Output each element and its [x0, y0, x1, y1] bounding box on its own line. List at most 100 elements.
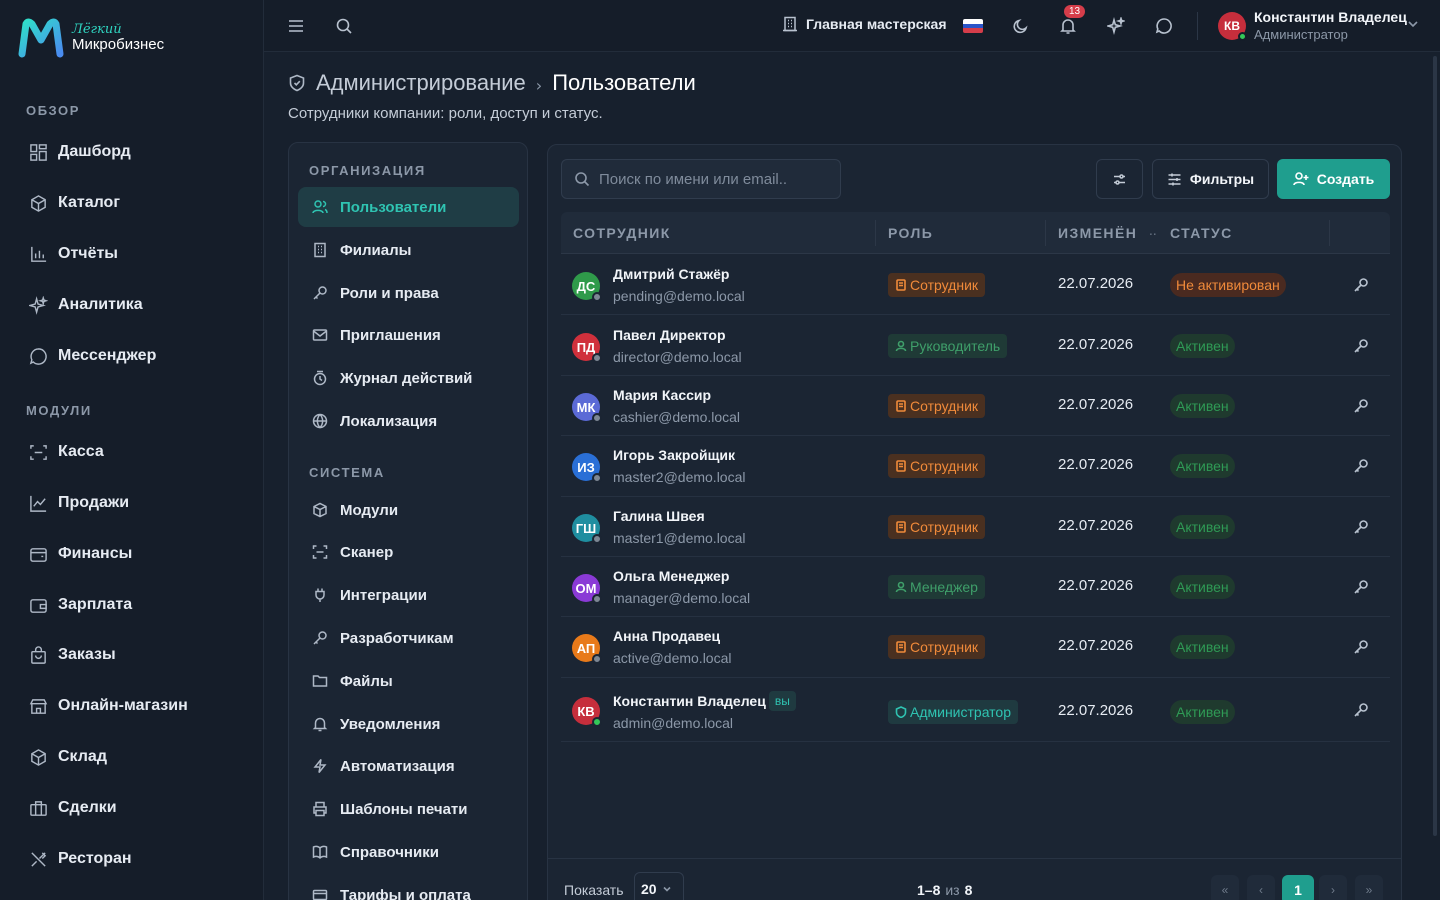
last-page-button[interactable]: »	[1355, 875, 1383, 900]
sidebar-item-warehouse[interactable]: Склад	[28, 745, 107, 769]
sidebar-item-cashbox[interactable]: Касса	[28, 440, 104, 464]
employee-name[interactable]: Ольга Менеджер	[613, 568, 729, 584]
subnav-item-developers[interactable]: Разработчикам	[298, 618, 519, 658]
table-row[interactable]: АП Анна Продавец active@demo.local Сотрудни…	[561, 617, 1390, 678]
subnav-item-modules[interactable]: Модули	[298, 490, 519, 530]
table-row[interactable]: ДС Дмитрий Стажёр pending@demo.local Сотруд…	[561, 255, 1390, 315]
avatar: ИЗ	[572, 453, 602, 483]
subnav-item-dictionaries[interactable]: Справочники	[298, 832, 519, 872]
column-header-role[interactable]: РОЛЬ	[888, 225, 933, 241]
sidebar-item-dashboard[interactable]: Дашборд	[28, 140, 131, 164]
user-menu-toggle[interactable]	[1406, 17, 1420, 35]
breadcrumb-separator: ›	[535, 75, 543, 95]
app-logo[interactable]: Лёгкий Микробизнес	[18, 18, 164, 58]
folder-icon	[312, 675, 328, 687]
access-key-button[interactable]	[1353, 579, 1369, 595]
sidebar-item-online-store[interactable]: Онлайн-магазин	[28, 694, 188, 718]
global-search-button[interactable]	[332, 14, 356, 38]
table-row[interactable]: МК Мария Кассир cashier@demo.local Сотрудни…	[561, 376, 1390, 436]
access-key-button[interactable]	[1353, 338, 1369, 354]
sidebar-item-sales[interactable]: Продажи	[28, 491, 129, 515]
subnav-item-audit-log[interactable]: Журнал действий	[298, 358, 519, 398]
sidebar-item-orders[interactable]: Заказы	[28, 643, 116, 667]
ai-assistant-button[interactable]	[1104, 14, 1128, 38]
employee-name[interactable]: Дмитрий Стажёр	[613, 266, 729, 282]
avatar: ГШ	[572, 514, 602, 544]
column-resize-handle[interactable]: ..	[1149, 224, 1157, 238]
create-user-button[interactable]: Создать	[1277, 159, 1390, 199]
sliders-icon	[1114, 173, 1125, 185]
subnav-item-roles[interactable]: Роли и права	[298, 273, 519, 313]
access-key-button[interactable]	[1353, 458, 1369, 474]
sidebar-item-catalog[interactable]: Каталог	[28, 191, 120, 215]
status-badge: Активен	[1170, 334, 1235, 358]
subnav-item-billing[interactable]: Тарифы и оплата	[298, 875, 519, 900]
subnav-item-users[interactable]: Пользователи	[298, 187, 519, 227]
sidebar-item-restaurant[interactable]: Ресторан	[28, 847, 132, 871]
first-page-button[interactable]: «	[1211, 875, 1239, 900]
table-row[interactable]: ГШ Галина Швея master1@demo.local Сотрудник…	[561, 497, 1390, 557]
access-key-button[interactable]	[1353, 277, 1369, 293]
workshop-selector[interactable]: Главная мастерская	[782, 16, 947, 32]
search-input[interactable]	[599, 170, 829, 188]
sidebar-item-deals[interactable]: Сделки	[28, 796, 117, 820]
theme-toggle-button[interactable]	[1009, 14, 1033, 38]
you-badge: вы	[768, 691, 796, 711]
presence-indicator	[592, 353, 602, 363]
page-button-current[interactable]: 1	[1282, 875, 1314, 900]
subnav-item-notifications[interactable]: Уведомления	[298, 704, 519, 744]
language-flag-icon[interactable]	[963, 19, 983, 33]
employee-name-cell: Дмитрий Стажёр	[613, 266, 729, 282]
employee-name[interactable]: Мария Кассир	[613, 387, 711, 403]
employee-name[interactable]: Игорь Закройщик	[613, 447, 735, 463]
subnav-item-automation[interactable]: Автоматизация	[298, 746, 519, 786]
subnav-item-localization[interactable]: Локализация	[298, 401, 519, 441]
user-name[interactable]: Константин Владелец	[1254, 9, 1407, 25]
subnav-item-files[interactable]: Файлы	[298, 661, 519, 701]
employee-name[interactable]: Константин Владелец	[613, 693, 766, 709]
access-key-button[interactable]	[1353, 398, 1369, 414]
subnav-item-scanner[interactable]: Сканер	[298, 532, 519, 572]
user-avatar[interactable]: КВ	[1218, 12, 1247, 41]
sidebar-item-label: Касса	[58, 443, 104, 460]
access-key-button[interactable]	[1353, 639, 1369, 655]
search-field[interactable]	[561, 159, 841, 199]
create-label: Создать	[1316, 171, 1375, 187]
access-key-button[interactable]	[1353, 702, 1369, 718]
access-key-button[interactable]	[1353, 519, 1369, 535]
pagination-of: из	[945, 882, 960, 898]
page-scrollbar[interactable]	[1433, 56, 1437, 836]
subnav-item-print-templates[interactable]: Шаблоны печати	[298, 789, 519, 829]
sidebar-item-analytics[interactable]: Аналитика	[28, 293, 143, 317]
table-row[interactable]: ПД Павел Директор director@demo.local Руков…	[561, 316, 1390, 376]
employee-email: master1@demo.local	[613, 530, 746, 546]
table-row[interactable]: ОМ Ольга Менеджер manager@demo.local Менедж…	[561, 557, 1390, 617]
table-row[interactable]: КВ Константин Владелец вы admin@demo.local А…	[561, 678, 1390, 742]
employee-name[interactable]: Галина Швея	[613, 508, 705, 524]
hamburger-icon	[289, 20, 303, 32]
sidebar-item-reports[interactable]: Отчёты	[28, 242, 118, 266]
column-header-modified[interactable]: ИЗМЕНЁН	[1058, 225, 1137, 241]
menu-toggle-button[interactable]	[284, 14, 308, 38]
sidebar-item-salary[interactable]: Зарплата	[28, 593, 132, 617]
column-header-employee[interactable]: СОТРУДНИК	[573, 225, 671, 241]
messages-button[interactable]	[1152, 14, 1176, 38]
employee-name[interactable]: Анна Продавец	[613, 628, 720, 644]
subnav-item-invitations[interactable]: Приглашения	[298, 315, 519, 355]
page-size-select[interactable]: 20	[634, 872, 684, 900]
subnav-item-integrations[interactable]: Интеграции	[298, 575, 519, 615]
prev-page-button[interactable]: ‹	[1247, 875, 1275, 900]
table-row[interactable]: ИЗ Игорь Закройщик master2@demo.local Сотру…	[561, 436, 1390, 497]
sidebar-item-messenger[interactable]: Мессенджер	[28, 344, 156, 368]
column-header-status[interactable]: СТАТУС	[1170, 225, 1233, 241]
page-size-label: Показать	[564, 882, 624, 898]
column-settings-button[interactable]	[1096, 159, 1143, 199]
breadcrumb-parent[interactable]: Администрирование	[316, 70, 526, 96]
subnav-item-branches[interactable]: Филиалы	[298, 230, 519, 270]
sidebar-item-finance[interactable]: Финансы	[28, 542, 132, 566]
next-page-button[interactable]: ›	[1319, 875, 1347, 900]
filters-button[interactable]: Фильтры	[1152, 159, 1269, 199]
employee-name[interactable]: Павел Директор	[613, 327, 726, 343]
key-icon	[1354, 703, 1368, 717]
card-icon	[312, 889, 328, 900]
